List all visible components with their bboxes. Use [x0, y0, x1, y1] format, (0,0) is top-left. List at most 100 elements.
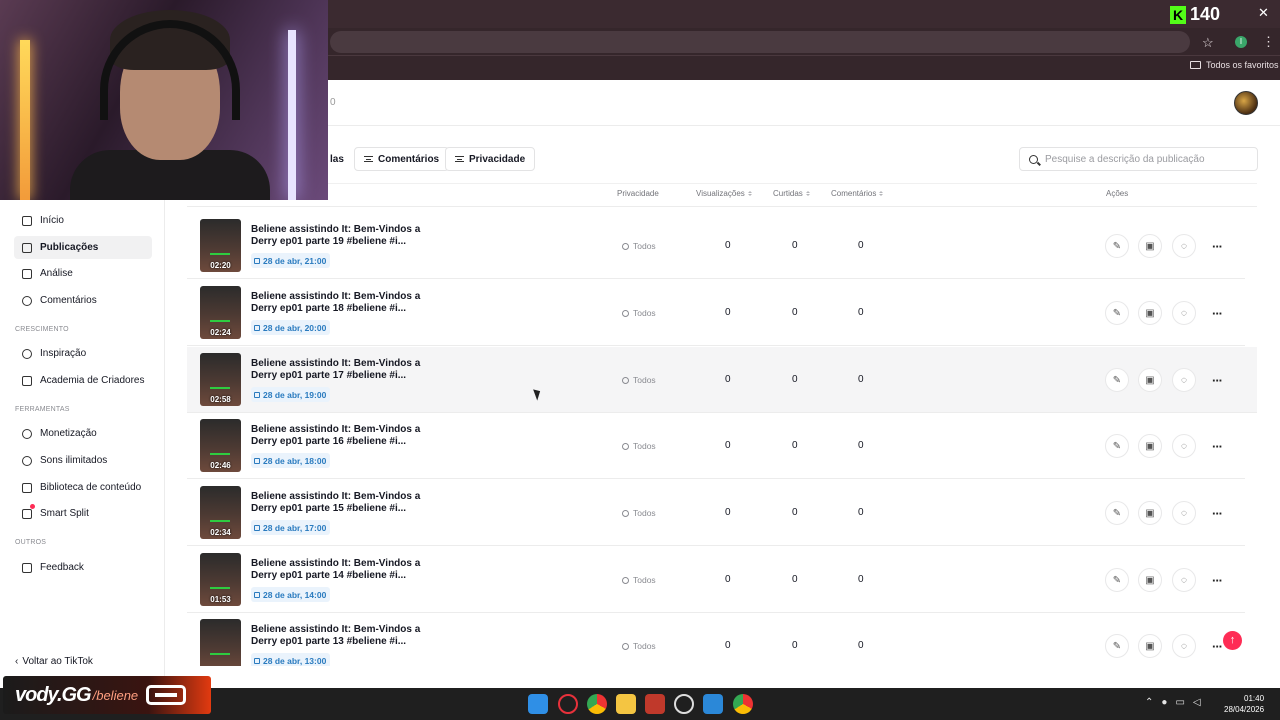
comment-icon: ◌	[1181, 640, 1187, 652]
video-thumbnail[interactable]	[200, 619, 241, 666]
address-bar[interactable]	[330, 31, 1190, 53]
vscode-icon[interactable]	[703, 694, 723, 714]
avatar[interactable]	[1234, 91, 1258, 115]
video-title[interactable]: Beliene assistindo It: Bem-Vindos a Derr…	[251, 291, 421, 315]
video-thumbnail[interactable]: 02:58	[200, 353, 241, 406]
comments-button[interactable]: ◌	[1172, 234, 1196, 258]
sidebar-item-inspiracao[interactable]: Inspiração	[14, 342, 152, 365]
video-title[interactable]: Beliene assistindo It: Bem-Vindos a Derr…	[251, 558, 421, 582]
cover-button[interactable]: ▣	[1138, 234, 1162, 258]
profile-avatar[interactable]: I	[1235, 36, 1247, 48]
comments-button[interactable]: ◌	[1172, 568, 1196, 592]
scissors-icon	[22, 508, 32, 519]
video-thumbnail[interactable]: 02:20	[200, 219, 241, 272]
video-thumbnail[interactable]: 02:34	[200, 486, 241, 539]
sidebar-item-smart-split[interactable]: Smart Split	[14, 502, 152, 525]
star-icon[interactable]: ☆	[1202, 35, 1214, 51]
video-thumbnail[interactable]: 02:24	[200, 286, 241, 339]
video-title[interactable]: Beliene assistindo It: Bem-Vindos a Derr…	[251, 224, 421, 248]
search-input[interactable]	[1045, 153, 1245, 165]
volume-icon[interactable]: ◁	[1193, 697, 1201, 708]
cover-button[interactable]: ▣	[1138, 634, 1162, 658]
schedule-badge: 28 de abr, 13:00	[251, 653, 331, 666]
search-box[interactable]	[1019, 147, 1258, 171]
cover-button[interactable]: ▣	[1138, 301, 1162, 325]
system-tray[interactable]: ⌃ ● ▭ ◁	[1145, 697, 1201, 708]
more-options-button[interactable]: ···	[1205, 568, 1229, 592]
chevron-up-icon[interactable]: ⌃	[1145, 697, 1153, 708]
edit-button[interactable]: ✎	[1105, 234, 1129, 258]
more-options-button[interactable]: ···	[1205, 434, 1229, 458]
filter-button-partial[interactable]: las	[330, 147, 344, 171]
sidebar-item-publicacoes[interactable]: Publicações	[14, 236, 152, 259]
more-options-button[interactable]: ···	[1205, 368, 1229, 392]
schedule-date: 28 de abr, 17:00	[263, 522, 327, 533]
more-options-button[interactable]: ···	[1205, 301, 1229, 325]
kebab-menu-icon[interactable]: ⋮	[1262, 34, 1275, 50]
sidebar-item-academia[interactable]: Academia de Criadores	[14, 369, 152, 392]
comments-button[interactable]: ◌	[1172, 368, 1196, 392]
opera-icon[interactable]	[558, 694, 578, 714]
back-to-tiktok-link[interactable]: ‹ Voltar ao TikTok	[15, 656, 93, 667]
schedule-date: 28 de abr, 19:00	[263, 389, 327, 400]
table-row[interactable]: 02:58 Beliene assistindo It: Bem-Vindos a…	[187, 347, 1257, 413]
taskbar-clock[interactable]: 01:40 28/04/2026	[1224, 693, 1264, 715]
comments-button[interactable]: ◌	[1172, 501, 1196, 525]
scroll-top-button[interactable]: ↑	[1223, 631, 1242, 650]
sidebar-item-feedback[interactable]: Feedback	[14, 556, 152, 579]
chrome-icon[interactable]	[587, 694, 607, 714]
video-title[interactable]: Beliene assistindo It: Bem-Vindos a Derr…	[251, 491, 421, 515]
sidebar-item-analise[interactable]: Análise	[14, 262, 152, 285]
network-icon[interactable]: ▭	[1175, 697, 1184, 708]
close-icon[interactable]: ✕	[1258, 5, 1269, 21]
table-row[interactable]: 02:46 Beliene assistindo It: Bem-Vindos a…	[187, 413, 1245, 479]
comments-button[interactable]: ◌	[1172, 434, 1196, 458]
table-row[interactable]: 01:53 Beliene assistindo It: Bem-Vindos a…	[187, 547, 1245, 613]
bulb-icon	[22, 348, 32, 359]
comments-button[interactable]: ◌	[1172, 634, 1196, 658]
sidebar-item-inicio[interactable]: Início	[14, 209, 152, 232]
sidebar-item-comentarios[interactable]: Comentários	[14, 289, 152, 312]
neon-light-left	[20, 40, 30, 200]
table-row[interactable]: Beliene assistindo It: Bem-Vindos a Derr…	[187, 613, 1245, 666]
edit-button[interactable]: ✎	[1105, 568, 1129, 592]
table-row[interactable]: 02:34 Beliene assistindo It: Bem-Vindos a…	[187, 480, 1245, 546]
edit-button[interactable]: ✎	[1105, 501, 1129, 525]
comment-icon: ◌	[1181, 240, 1187, 252]
more-options-button[interactable]: ···	[1205, 234, 1229, 258]
comments-button[interactable]: ◌	[1172, 301, 1196, 325]
privacy-cell: Todos	[622, 375, 656, 385]
privacy-filter-button[interactable]: Privacidade	[445, 147, 536, 171]
table-row[interactable]: 02:24 Beliene assistindo It: Bem-Vindos a…	[187, 280, 1245, 346]
cover-button[interactable]: ▣	[1138, 568, 1162, 592]
sidebar-item-biblioteca[interactable]: Biblioteca de conteúdo	[14, 476, 152, 499]
more-options-button[interactable]: ···	[1205, 501, 1229, 525]
sidebar-item-sons[interactable]: Sons ilimitados	[14, 449, 152, 472]
media-app-icon[interactable]	[645, 694, 665, 714]
column-header-comments[interactable]: Comentários	[831, 189, 884, 198]
obs-icon[interactable]	[674, 694, 694, 714]
video-title[interactable]: Beliene assistindo It: Bem-Vindos a Derr…	[251, 358, 421, 382]
sidebar-item-label: Sons ilimitados	[40, 455, 108, 466]
file-explorer-icon[interactable]	[616, 694, 636, 714]
edit-button[interactable]: ✎	[1105, 634, 1129, 658]
column-header-likes[interactable]: Curtidas	[773, 189, 810, 198]
edit-button[interactable]: ✎	[1105, 368, 1129, 392]
microphone-icon[interactable]: ●	[1161, 697, 1167, 708]
start-button[interactable]	[528, 694, 548, 714]
video-title[interactable]: Beliene assistindo It: Bem-Vindos a Derr…	[251, 624, 421, 648]
chrome-profile-icon[interactable]	[733, 694, 753, 714]
comments-filter-button[interactable]: Comentários	[354, 147, 450, 171]
column-header-views[interactable]: Visualizações	[696, 189, 752, 198]
table-row[interactable]: 02:20 Beliene assistindo It: Bem-Vindos a…	[187, 213, 1245, 279]
cover-button[interactable]: ▣	[1138, 368, 1162, 392]
video-thumbnail[interactable]: 02:46	[200, 419, 241, 472]
video-title[interactable]: Beliene assistindo It: Bem-Vindos a Derr…	[251, 424, 421, 448]
edit-button[interactable]: ✎	[1105, 301, 1129, 325]
bookmarks-folder[interactable]: Todos os favoritos	[1190, 60, 1279, 70]
edit-button[interactable]: ✎	[1105, 434, 1129, 458]
cover-button[interactable]: ▣	[1138, 501, 1162, 525]
cover-button[interactable]: ▣	[1138, 434, 1162, 458]
video-thumbnail[interactable]: 01:53	[200, 553, 241, 606]
sidebar-item-monetizacao[interactable]: Monetização	[14, 422, 152, 445]
